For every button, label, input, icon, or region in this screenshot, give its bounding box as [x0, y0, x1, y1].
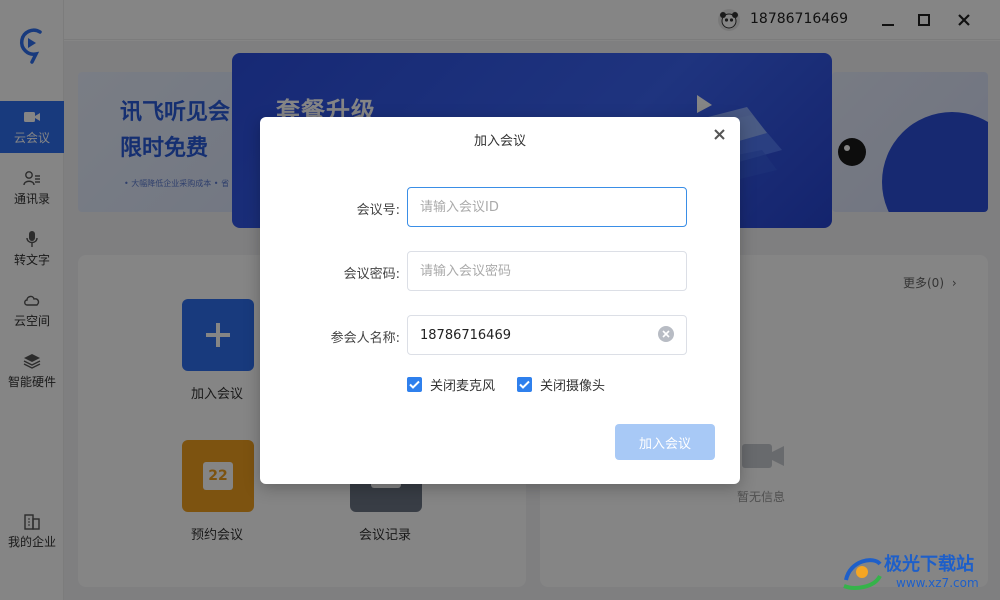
dialog-close-button[interactable]: [710, 125, 728, 143]
mute-mic-label: 关闭麦克风: [430, 379, 496, 394]
watermark-title: 极光下载站: [884, 554, 974, 575]
join-meeting-button[interactable]: 加入会议: [615, 424, 715, 460]
meeting-password-label: 会议密码:: [343, 267, 400, 282]
checkbox-checked-icon: [517, 377, 532, 392]
clear-icon: [662, 330, 670, 338]
camera-off-label: 关闭摄像头: [540, 379, 606, 394]
participant-name-input[interactable]: [407, 315, 687, 355]
meeting-id-input[interactable]: [407, 187, 687, 227]
participant-name-label: 参会人名称:: [330, 331, 400, 346]
clear-input-button[interactable]: [658, 326, 674, 342]
meeting-password-input[interactable]: [407, 251, 687, 291]
mute-mic-checkbox[interactable]: 关闭麦克风: [407, 375, 495, 394]
join-meeting-dialog: 加入会议 会议号: 会议密码: 参会人名称: 关闭麦克风 关闭摄像头 加入会议: [260, 117, 740, 484]
checkbox-checked-icon: [407, 377, 422, 392]
watermark-url: www.xz7.com: [896, 576, 979, 590]
camera-off-checkbox[interactable]: 关闭摄像头: [517, 375, 605, 394]
watermark-logo-icon: [843, 558, 882, 590]
dialog-title: 加入会议: [473, 134, 526, 149]
meeting-id-label: 会议号:: [356, 203, 400, 218]
close-icon: [713, 128, 725, 140]
watermark: 极光下载站 www.xz7.com: [840, 548, 995, 596]
